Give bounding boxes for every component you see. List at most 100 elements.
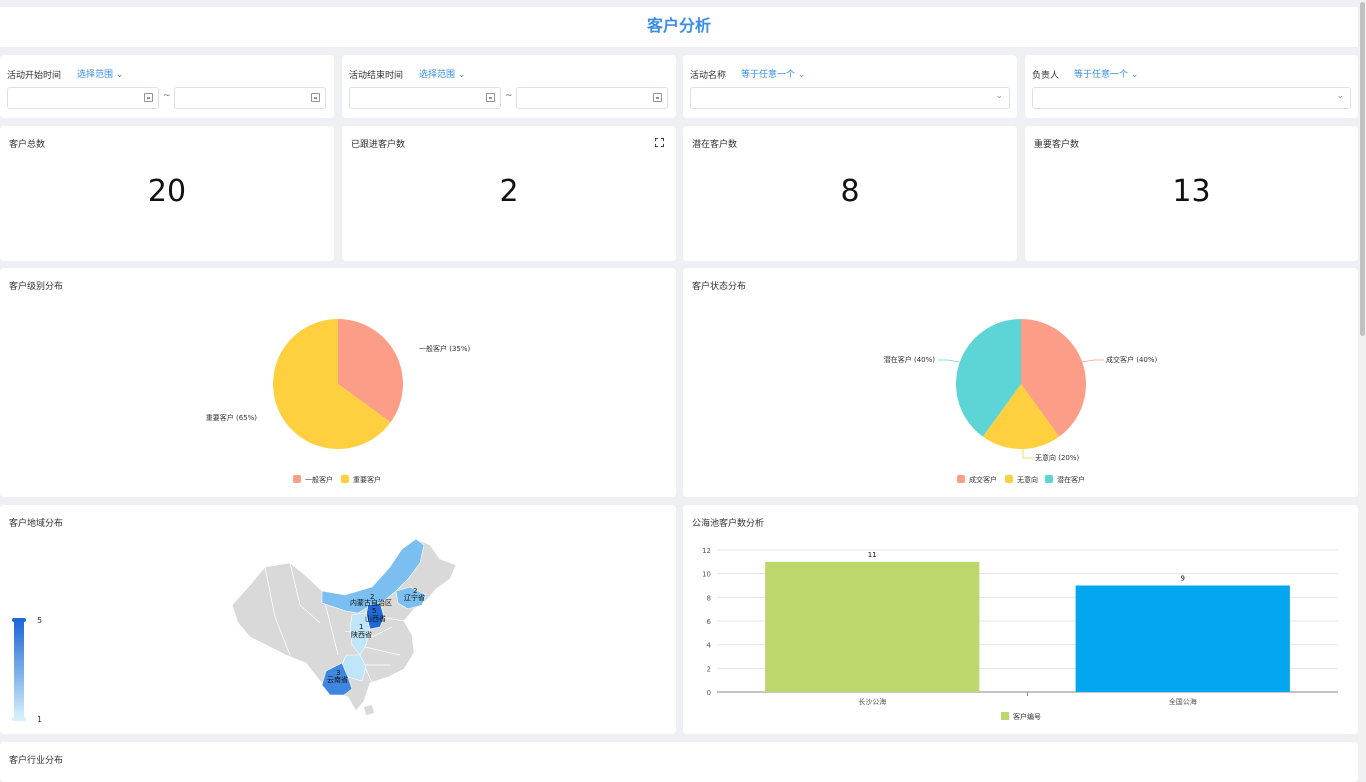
chevron-down-icon: ⌄ — [1336, 91, 1344, 101]
kpi-card-followed: 已跟进客户数 2 — [342, 126, 676, 261]
y-tick-label: 0 — [707, 689, 711, 697]
chevron-down-icon: ⌄ — [795, 70, 806, 80]
slice-label: 一般客户 (35%) — [419, 344, 471, 353]
x-tick-label: 全国公海 — [1169, 697, 1197, 706]
pool-bar-chart: 0 2 4 6 8 10 12 11 长沙公海 9 全国公海客户编号 — [702, 547, 1338, 721]
region-map-card: 客户地域分布 5 1 2 内蒙古自治区 2 辽宁省 5 山西省 1 陕西省 3 … — [0, 505, 676, 734]
visual-map-min-label: 1 — [37, 715, 42, 724]
filter-label: 负责人 — [1032, 71, 1060, 81]
end-date-input[interactable] — [174, 87, 326, 109]
level-chart-card: 客户级别分布 一般客户 (35%) 重要客户 (65%) 一般客户 重要客户 — [0, 268, 676, 497]
map-region-name: 内蒙古自治区 — [350, 598, 392, 607]
map-region-name: 辽宁省 — [404, 593, 425, 602]
calendar-icon — [486, 93, 495, 102]
visual-map-handle-max[interactable] — [12, 618, 26, 622]
y-tick-label: 12 — [702, 547, 711, 555]
card-title: 已跟进客户数 — [351, 140, 406, 150]
visual-map-bar[interactable] — [14, 622, 24, 718]
calendar-icon — [144, 93, 153, 102]
china-map: 5 1 2 内蒙古自治区 2 辽宁省 5 山西省 1 陕西省 3 云南省 — [12, 538, 457, 724]
fullscreen-icon[interactable] — [655, 138, 664, 147]
legend-label[interactable]: 成交客户 — [969, 475, 997, 484]
start-date-input[interactable] — [7, 87, 159, 109]
owner-select[interactable]: ⌄ — [1032, 87, 1351, 109]
card-title: 重要客户数 — [1034, 140, 1080, 150]
filter-label: 活动开始时间 — [7, 71, 62, 81]
kpi-value: 20 — [147, 174, 187, 209]
legend-label[interactable]: 一般客户 — [305, 475, 333, 484]
y-tick-label: 10 — [702, 571, 711, 579]
leader-line — [1081, 359, 1104, 363]
range-separator: ~ — [505, 91, 513, 101]
kpi-value: 13 — [1172, 174, 1211, 209]
card-title: 客户总数 — [9, 140, 46, 150]
visual-map-handle-min[interactable] — [12, 717, 26, 721]
card-title: 客户行业分布 — [9, 756, 64, 766]
leader-line — [938, 359, 960, 363]
map-region-name: 山西省 — [365, 614, 386, 623]
industry-chart-card: 客户行业分布 — [0, 742, 1358, 782]
kpi-card-total: 客户总数 20 — [0, 126, 334, 261]
page-scrollbar[interactable] — [1359, 0, 1366, 768]
bar-value-label: 11 — [868, 551, 877, 559]
filter-end-time: 活动结束时间 选择范围 ⌄ ~ — [342, 55, 676, 118]
range-select-link[interactable]: 选择范围 ⌄ — [77, 67, 123, 80]
map-region-name: 陕西省 — [351, 630, 372, 639]
legend-swatch — [1001, 712, 1009, 720]
operator-select-link[interactable]: 等于任意一个 ⌄ — [741, 67, 805, 80]
activity-name-select[interactable]: ⌄ — [690, 87, 1010, 109]
filter-activity-name: 活动名称 等于任意一个 ⌄ ⌄ — [683, 55, 1017, 118]
hainan-island — [364, 705, 374, 715]
kpi-card-important: 重要客户数 13 — [1025, 126, 1358, 261]
kpi-value: 2 — [499, 174, 519, 209]
filter-label: 活动结束时间 — [349, 71, 404, 81]
chevron-down-icon: ⌄ — [1128, 70, 1139, 80]
legend-label[interactable]: 无意向 — [1017, 475, 1038, 484]
bar[interactable] — [765, 561, 980, 692]
calendar-icon — [311, 93, 320, 102]
kpi-value: 8 — [840, 174, 860, 209]
legend-swatch — [293, 475, 301, 483]
card-title: 潜在客户数 — [692, 140, 738, 150]
y-tick-label: 2 — [707, 665, 711, 673]
legend-swatch — [341, 475, 349, 483]
y-tick-label: 6 — [707, 618, 712, 626]
scrollbar-thumb[interactable] — [1360, 2, 1365, 336]
bar[interactable] — [1075, 585, 1290, 693]
slice-label: 潜在客户 (40%) — [884, 355, 936, 364]
range-select-link[interactable]: 选择范围 ⌄ — [419, 67, 465, 80]
end-date-input[interactable] — [516, 87, 668, 109]
y-tick-label: 4 — [707, 642, 712, 650]
slice-label: 无意向 (20%) — [1035, 453, 1080, 462]
x-tick-label: 长沙公海 — [858, 697, 886, 706]
legend-swatch — [957, 475, 965, 483]
calendar-icon — [653, 93, 662, 102]
filter-start-time: 活动开始时间 选择范围 ⌄ ~ — [0, 55, 334, 118]
chevron-down-icon: ⌄ — [995, 91, 1003, 101]
visual-map-max-label: 5 — [37, 616, 42, 625]
legend-swatch — [1005, 475, 1013, 483]
slice-label: 重要客户 (65%) — [206, 413, 258, 422]
legend-swatch — [1045, 475, 1053, 483]
legend-label[interactable]: 客户编号 — [1013, 712, 1041, 721]
page-title: 客户分析 — [0, 7, 1358, 47]
start-date-input[interactable] — [349, 87, 501, 109]
map-region-name: 云南省 — [327, 675, 348, 684]
chevron-down-icon: ⌄ — [455, 70, 466, 80]
kpi-card-potential: 潜在客户数 8 — [683, 126, 1017, 261]
chevron-down-icon: ⌄ — [113, 70, 124, 80]
status-pie-chart: 成交客户 (40%) 无意向 (20%) 潜在客户 (40%) 成交客户 无意向… — [884, 319, 1158, 484]
status-chart-card: 客户状态分布 成交客户 (40%) 无意向 (20%) 潜在客户 (40%) 成… — [683, 268, 1358, 497]
filter-label: 活动名称 — [690, 71, 727, 81]
map-value: 5 — [372, 607, 376, 615]
slice-label: 成交客户 (40%) — [1106, 355, 1158, 364]
legend-label[interactable]: 重要客户 — [353, 475, 381, 484]
range-separator: ~ — [163, 91, 171, 101]
legend-label[interactable]: 潜在客户 — [1057, 475, 1085, 484]
filter-owner: 负责人 等于任意一个 ⌄ ⌄ — [1025, 55, 1358, 118]
operator-select-link[interactable]: 等于任意一个 ⌄ — [1074, 67, 1138, 80]
bar-value-label: 9 — [1181, 575, 1185, 583]
map-value: 1 — [359, 623, 363, 631]
y-tick-label: 8 — [707, 594, 711, 602]
pool-chart-card: 公海池客户数分析 0 2 4 6 8 10 12 11 长沙公海 9 全国公海 客户编号 — [683, 505, 1358, 734]
